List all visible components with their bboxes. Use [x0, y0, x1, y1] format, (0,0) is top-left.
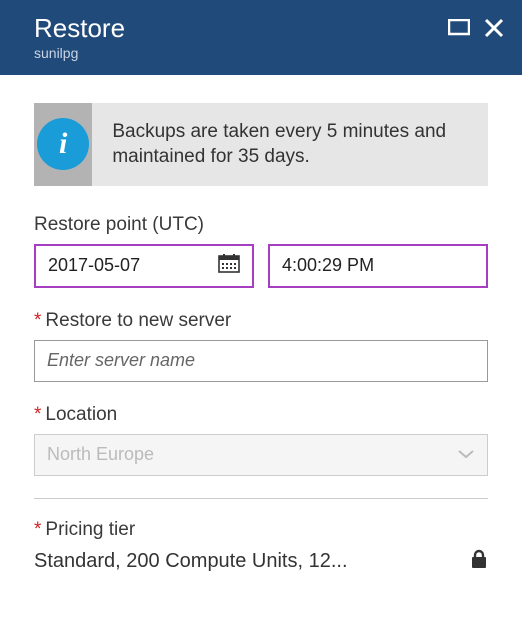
close-icon[interactable] [484, 18, 504, 38]
restore-date-input[interactable]: 2017-05-07 [34, 244, 254, 288]
pricing-label-text: Pricing tier [45, 519, 135, 541]
page-subtitle: sunilpg [34, 45, 125, 61]
location-label-text: Location [45, 404, 117, 426]
divider [34, 498, 488, 499]
restore-time-value: 4:00:29 PM [282, 255, 374, 276]
required-asterisk: * [34, 310, 41, 332]
blade-header: Restore sunilpg [0, 0, 522, 75]
content-area: i Backups are taken every 5 minutes and … [0, 75, 522, 574]
restore-point-row: 2017-05-07 4:00:29 PM [34, 244, 488, 288]
new-server-label-text: Restore to new server [45, 310, 231, 332]
pricing-value: Standard, 200 Compute Units, 12... [34, 550, 348, 573]
info-icon: i [37, 118, 89, 170]
calendar-icon[interactable] [218, 253, 240, 278]
header-controls [448, 14, 504, 38]
maximize-icon[interactable] [448, 19, 470, 37]
location-select: North Europe [34, 434, 488, 476]
required-asterisk: * [34, 404, 41, 426]
chevron-down-icon [457, 444, 475, 465]
info-icon-box: i [34, 103, 92, 186]
server-name-input[interactable] [34, 340, 488, 382]
restore-point-field: Restore point (UTC) 2017-05-07 4:00:29 P [34, 214, 488, 288]
pricing-tier-field: * Pricing tier Standard, 200 Compute Uni… [34, 519, 488, 574]
location-label: * Location [34, 404, 488, 426]
pricing-row[interactable]: Standard, 200 Compute Units, 12... [34, 549, 488, 574]
restore-point-label: Restore point (UTC) [34, 214, 488, 236]
location-value: North Europe [47, 444, 154, 465]
header-text: Restore sunilpg [34, 14, 125, 61]
page-title: Restore [34, 14, 125, 43]
new-server-label: * Restore to new server [34, 310, 488, 332]
info-text: Backups are taken every 5 minutes and ma… [92, 103, 488, 186]
lock-icon [470, 549, 488, 574]
location-field: * Location North Europe [34, 404, 488, 476]
required-asterisk: * [34, 519, 41, 541]
pricing-label: * Pricing tier [34, 519, 488, 541]
restore-time-input[interactable]: 4:00:29 PM [268, 244, 488, 288]
new-server-field: * Restore to new server [34, 310, 488, 382]
restore-date-value: 2017-05-07 [48, 255, 140, 276]
info-banner: i Backups are taken every 5 minutes and … [34, 103, 488, 186]
